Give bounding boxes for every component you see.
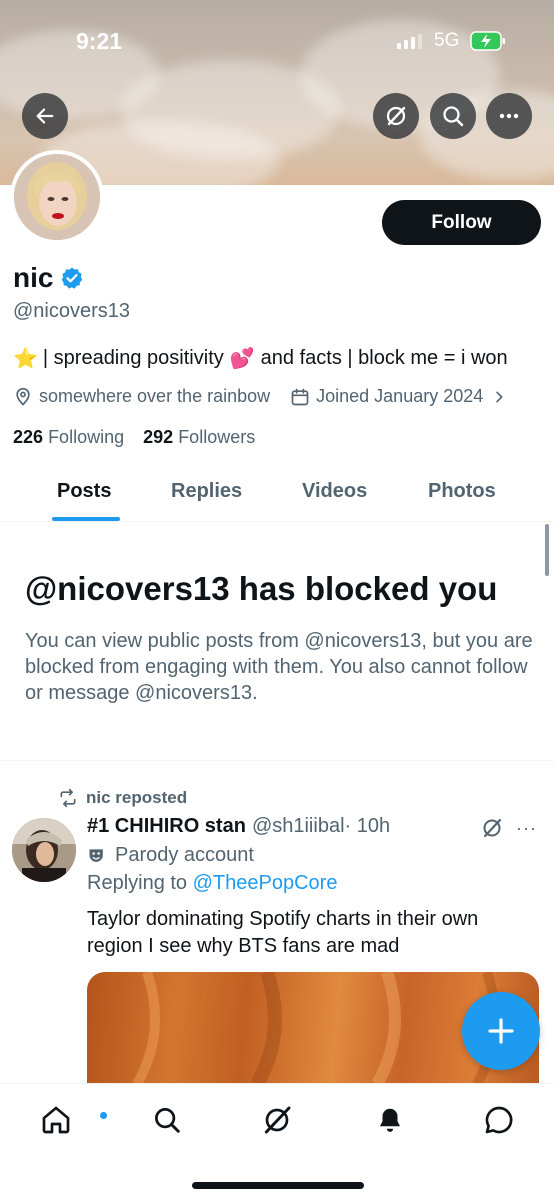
location-item: somewhere over the rainbow [13, 386, 270, 407]
parody-text: Parody account [115, 844, 254, 866]
home-icon [42, 1106, 70, 1134]
active-tab-indicator [52, 517, 120, 521]
profile-meta: somewhere over the rainbow Joined Januar… [13, 386, 507, 407]
repost-icon [60, 788, 76, 808]
location-text: somewhere over the rainbow [39, 386, 271, 406]
avatar-image [14, 154, 100, 240]
nav-messages[interactable] [481, 1102, 517, 1138]
profile-avatar[interactable] [10, 150, 104, 244]
signal-icon [397, 34, 422, 49]
explore-icon [155, 1108, 180, 1133]
home-indicator [192, 1182, 364, 1189]
tab-photos[interactable]: Photos [428, 480, 496, 503]
replying-prefix: Replying to [87, 872, 188, 894]
verified-badge-icon[interactable] [60, 266, 84, 290]
compose-button[interactable] [462, 992, 540, 1070]
home-notification-dot [99, 1111, 108, 1120]
profile-tabs: Posts Replies Videos Photos [0, 468, 554, 522]
post-author-name[interactable]: #1 CHIHIRO stan [87, 815, 246, 838]
tab-videos[interactable]: Videos [302, 480, 367, 503]
notifications-icon [380, 1108, 400, 1132]
followers-link[interactable]: 292 Followers [143, 427, 255, 447]
following-link[interactable]: 226 Following [13, 427, 124, 447]
calendar-icon [291, 388, 309, 405]
joined-item[interactable]: Joined January 2024 [290, 386, 507, 407]
star-emoji: ⭐ [13, 348, 38, 370]
tab-posts[interactable]: Posts [57, 480, 111, 503]
tab-replies[interactable]: Replies [171, 480, 242, 503]
blocked-title: @nicovers13 has blocked you [25, 570, 498, 607]
post-more-button[interactable]: ··· [516, 818, 537, 839]
post-author-avatar[interactable] [12, 818, 76, 882]
messages-icon [485, 1106, 513, 1134]
follow-button[interactable]: Follow [382, 200, 541, 245]
status-time: 9:21 [76, 28, 123, 54]
following-count: 226 [13, 427, 44, 447]
repost-indicator: nic reposted [58, 788, 187, 808]
following-label: Following [48, 427, 125, 447]
location-icon [16, 387, 30, 406]
network-label: 5G [434, 30, 460, 51]
blocked-message: You can view public posts from @nicovers… [25, 630, 533, 704]
battery-icon [470, 31, 505, 51]
replying-handle-link[interactable]: @TheePopCore [193, 872, 338, 894]
bio-text-start: | spreading positivity [42, 347, 224, 369]
replying-to: Replying to @TheePopCore [87, 872, 337, 895]
chevron-right-icon [496, 391, 503, 402]
joined-text: Joined January 2024 [316, 386, 484, 406]
bottom-navigation [0, 1083, 554, 1200]
back-arrow-icon [36, 108, 54, 124]
profile-handle: @nicovers13 [13, 300, 131, 322]
status-bar: 9:21 5G [0, 0, 554, 84]
grok-button[interactable] [373, 93, 419, 139]
heart-emoji: 💕 [229, 348, 255, 370]
back-button[interactable] [22, 93, 68, 139]
post-header: #1 CHIHIRO stan @sh1iiibal · 10h [87, 815, 390, 838]
display-name: nic [13, 262, 54, 293]
post-author-handle[interactable]: @sh1iiibal [252, 815, 345, 838]
nav-notifications[interactable] [372, 1102, 408, 1138]
scrollbar[interactable] [545, 524, 549, 576]
search-button[interactable] [430, 93, 476, 139]
grok-icon [386, 106, 406, 126]
profile-stats: 226 Following 292 Followers [13, 427, 255, 448]
grok-icon[interactable] [480, 816, 504, 840]
bio-text-end: and facts | block me = i won [260, 347, 508, 369]
followers-label: Followers [178, 427, 256, 447]
grok-icon [264, 1106, 291, 1134]
search-icon [443, 106, 464, 127]
parody-mask-icon [89, 848, 103, 862]
nav-home[interactable] [38, 1102, 108, 1138]
profile-name-row: nic [13, 262, 84, 294]
profile-bio: ⭐ | spreading positivity 💕 and facts | b… [13, 346, 508, 371]
repost-label: nic reposted [86, 788, 188, 807]
more-icon [499, 113, 519, 119]
post-timestamp[interactable]: · 10h [345, 815, 391, 838]
nav-explore[interactable] [149, 1102, 185, 1138]
post-avatar-image [12, 818, 76, 882]
compose-plus-icon [488, 1018, 514, 1044]
more-options-button[interactable] [486, 93, 532, 139]
followers-count: 292 [143, 427, 174, 447]
post-text: Taylor dominating Spotify charts in thei… [87, 908, 479, 957]
divider [0, 760, 554, 761]
parody-label: Parody account [87, 844, 254, 867]
nav-grok[interactable] [259, 1102, 295, 1138]
